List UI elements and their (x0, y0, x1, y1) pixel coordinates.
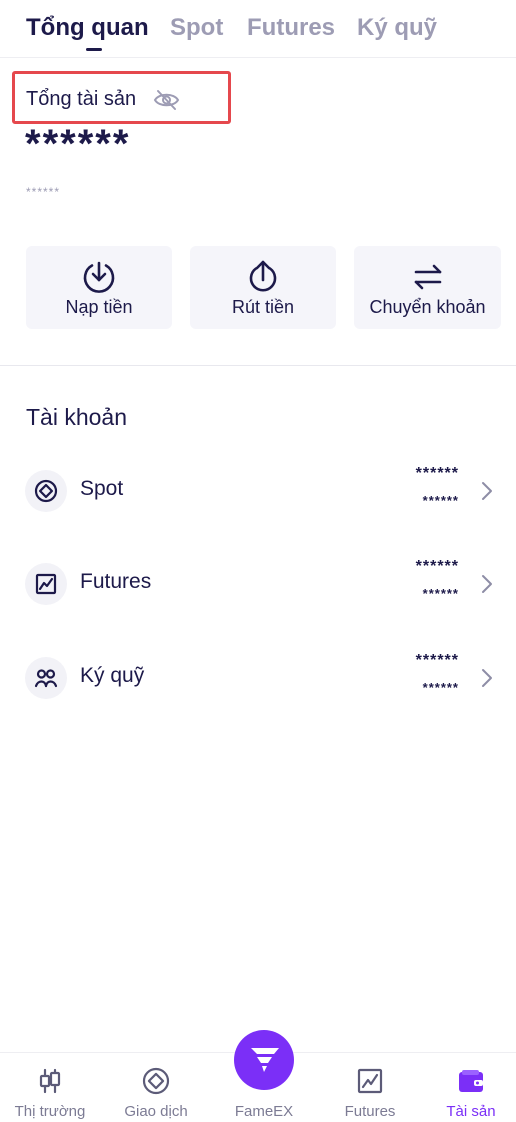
tab-overview[interactable]: Tổng quan (26, 14, 149, 42)
tab-futures[interactable]: Futures (247, 14, 335, 42)
fameex-home-button[interactable] (234, 1030, 294, 1090)
chevron-right-icon (482, 482, 492, 500)
deposit-label: Nạp tiền (65, 297, 133, 317)
eye-off-icon[interactable] (153, 89, 180, 111)
margin-users-icon (25, 657, 67, 699)
section-divider (0, 365, 516, 366)
total-balance-hidden: ****** (25, 122, 131, 166)
transfer-icon (414, 264, 441, 290)
nav-assets-label: Tài sản (446, 1103, 496, 1120)
deposit-button[interactable]: Nạp tiền (26, 246, 172, 329)
futures-chart-icon (25, 563, 67, 605)
account-sub-value: ****** (422, 586, 459, 601)
account-sub-value: ****** (422, 680, 459, 695)
withdraw-icon (249, 260, 277, 292)
wallet-icon (459, 1070, 483, 1092)
active-tab-indicator (86, 48, 102, 51)
withdraw-button[interactable]: Rút tiền (190, 246, 336, 329)
withdraw-label: Rút tiền (231, 297, 295, 317)
account-name: Futures (80, 570, 152, 593)
transfer-button[interactable]: Chuyển khoản (354, 246, 501, 329)
tab-spot[interactable]: Spot (170, 14, 223, 42)
accounts-title: Tài khoản (26, 404, 128, 430)
nav-futures-label: Futures (344, 1103, 396, 1120)
nav-trade[interactable]: Giao dịch (106, 1053, 206, 1122)
fameex-logo-icon (251, 1048, 279, 1072)
account-row-margin[interactable]: Ký quỹ ****** ****** (0, 648, 516, 708)
nav-trade-label: Giao dịch (124, 1103, 188, 1120)
account-value: ****** (415, 558, 459, 575)
candlestick-icon (39, 1068, 61, 1094)
account-value: ****** (415, 465, 459, 482)
total-balance-sub-hidden: ****** (26, 185, 61, 199)
account-row-futures[interactable]: Futures ****** ****** (0, 554, 516, 614)
nav-assets[interactable]: Tài sản (426, 1053, 516, 1122)
tab-margin[interactable]: Ký quỹ (357, 14, 437, 42)
trade-icon (142, 1067, 170, 1095)
futures-chart-icon (357, 1068, 383, 1094)
deposit-icon (83, 261, 115, 293)
account-value: ****** (415, 652, 459, 669)
nav-market-label: Thị trường (14, 1103, 86, 1120)
chevron-right-icon (482, 669, 492, 687)
chevron-right-icon (482, 575, 492, 593)
top-tab-bar: Tổng quan Spot Futures Ký quỹ (0, 0, 516, 58)
account-name: Spot (80, 477, 124, 500)
nav-fameex-label: FameEX (234, 1103, 294, 1120)
nav-futures[interactable]: Futures (320, 1053, 420, 1122)
total-assets-label: Tổng tài sản (26, 88, 137, 110)
account-name: Ký quỹ (80, 664, 145, 687)
nav-market[interactable]: Thị trường (0, 1053, 100, 1122)
account-row-spot[interactable]: Spot ****** ****** (0, 461, 516, 521)
transfer-label: Chuyển khoản (369, 297, 486, 317)
account-sub-value: ****** (422, 493, 459, 508)
spot-icon (25, 470, 67, 512)
